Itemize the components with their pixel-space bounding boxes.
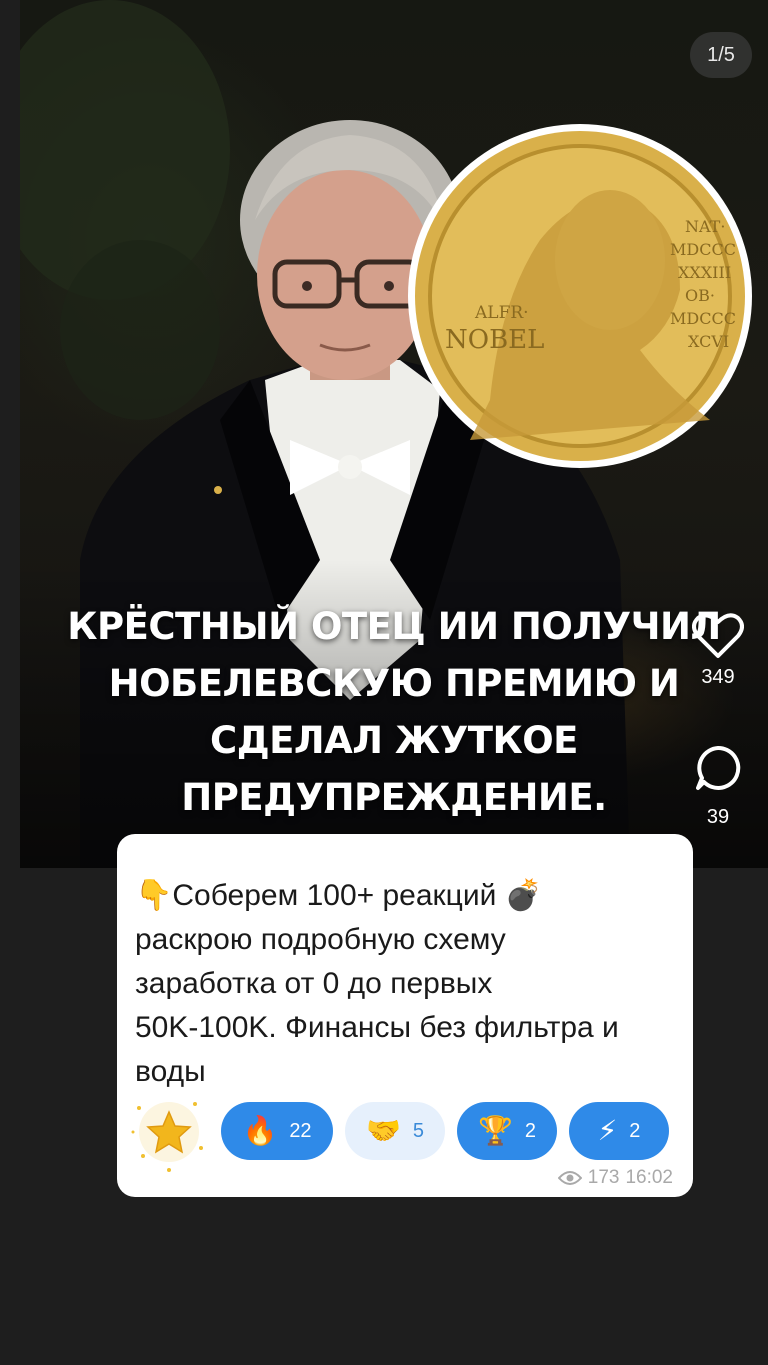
like-button[interactable]: 349: [688, 612, 748, 689]
eye-icon: [557, 1171, 582, 1185]
svg-text:OB·: OB·: [685, 286, 715, 305]
message-bubble: 👇Соберем 100+ реакций 💣 раскрою подробну…: [117, 834, 693, 1197]
like-count: 349: [701, 666, 735, 688]
reaction-fire[interactable]: 🔥 22: [221, 1102, 333, 1160]
reaction-handshake[interactable]: 🤝 5: [345, 1102, 445, 1160]
headline-line: КРЁСТНЫЙ ОТЕЦ ИИ ПОЛУЧИЛ: [67, 605, 721, 648]
reaction-trophy[interactable]: 🏆 2: [457, 1102, 557, 1160]
view-count: 173: [587, 1167, 620, 1188]
pointing-down-icon: 👇: [135, 878, 173, 913]
headline-line: ПРЕДУПРЕЖДЕНИЕ.: [181, 776, 607, 819]
message-meta: 173 16:02: [557, 1167, 673, 1189]
sparkle-star-icon: [131, 1102, 203, 1172]
message-text: 👇Соберем 100+ реакций 💣 раскрою подробну…: [135, 878, 619, 1088]
comment-icon: [696, 745, 741, 790]
comment-button[interactable]: 39: [688, 744, 748, 829]
bomb-icon: 💣: [504, 878, 543, 913]
comment-count: 39: [706, 806, 730, 828]
post-media[interactable]: ALFR· NOBEL NAT· MDCCC XXXIII OB· MDCCC …: [20, 0, 768, 868]
headline-line: СДЕЛАЛ ЖУТКОЕ: [210, 719, 578, 762]
handshake-icon: 🤝: [366, 1114, 401, 1147]
svg-text:ALFR·: ALFR·: [474, 303, 529, 323]
headline-line: НОБЕЛЕВСКУЮ ПРЕМИЮ И: [108, 662, 680, 705]
reactions-bar: 🔥 22 🤝 5 🏆 2 ⚡ 2: [129, 1096, 689, 1172]
trophy-icon: 🏆: [478, 1114, 513, 1147]
svg-text:XXXIII: XXXIII: [678, 263, 731, 282]
svg-text:MDCCC: MDCCC: [670, 309, 736, 328]
svg-text:XCVI: XCVI: [688, 332, 729, 351]
reaction-lightning[interactable]: ⚡ 2: [569, 1102, 669, 1160]
fire-icon: 🔥: [242, 1114, 278, 1147]
svg-text:NAT·: NAT·: [685, 217, 725, 236]
message-time: 16:02: [625, 1167, 673, 1188]
slide-counter: 1/5: [690, 32, 752, 78]
post-headline: КРЁСТНЫЙ ОТЕЦ ИИ ПОЛУЧИЛ НОБЕЛЕВСКУЮ ПРЕ…: [20, 598, 768, 826]
lightning-icon: ⚡: [597, 1114, 618, 1147]
svg-text:MDCCC: MDCCC: [670, 240, 736, 259]
add-reaction-button[interactable]: [129, 1096, 207, 1172]
heart-icon: [692, 613, 744, 658]
svg-text:NOBEL: NOBEL: [445, 325, 544, 355]
